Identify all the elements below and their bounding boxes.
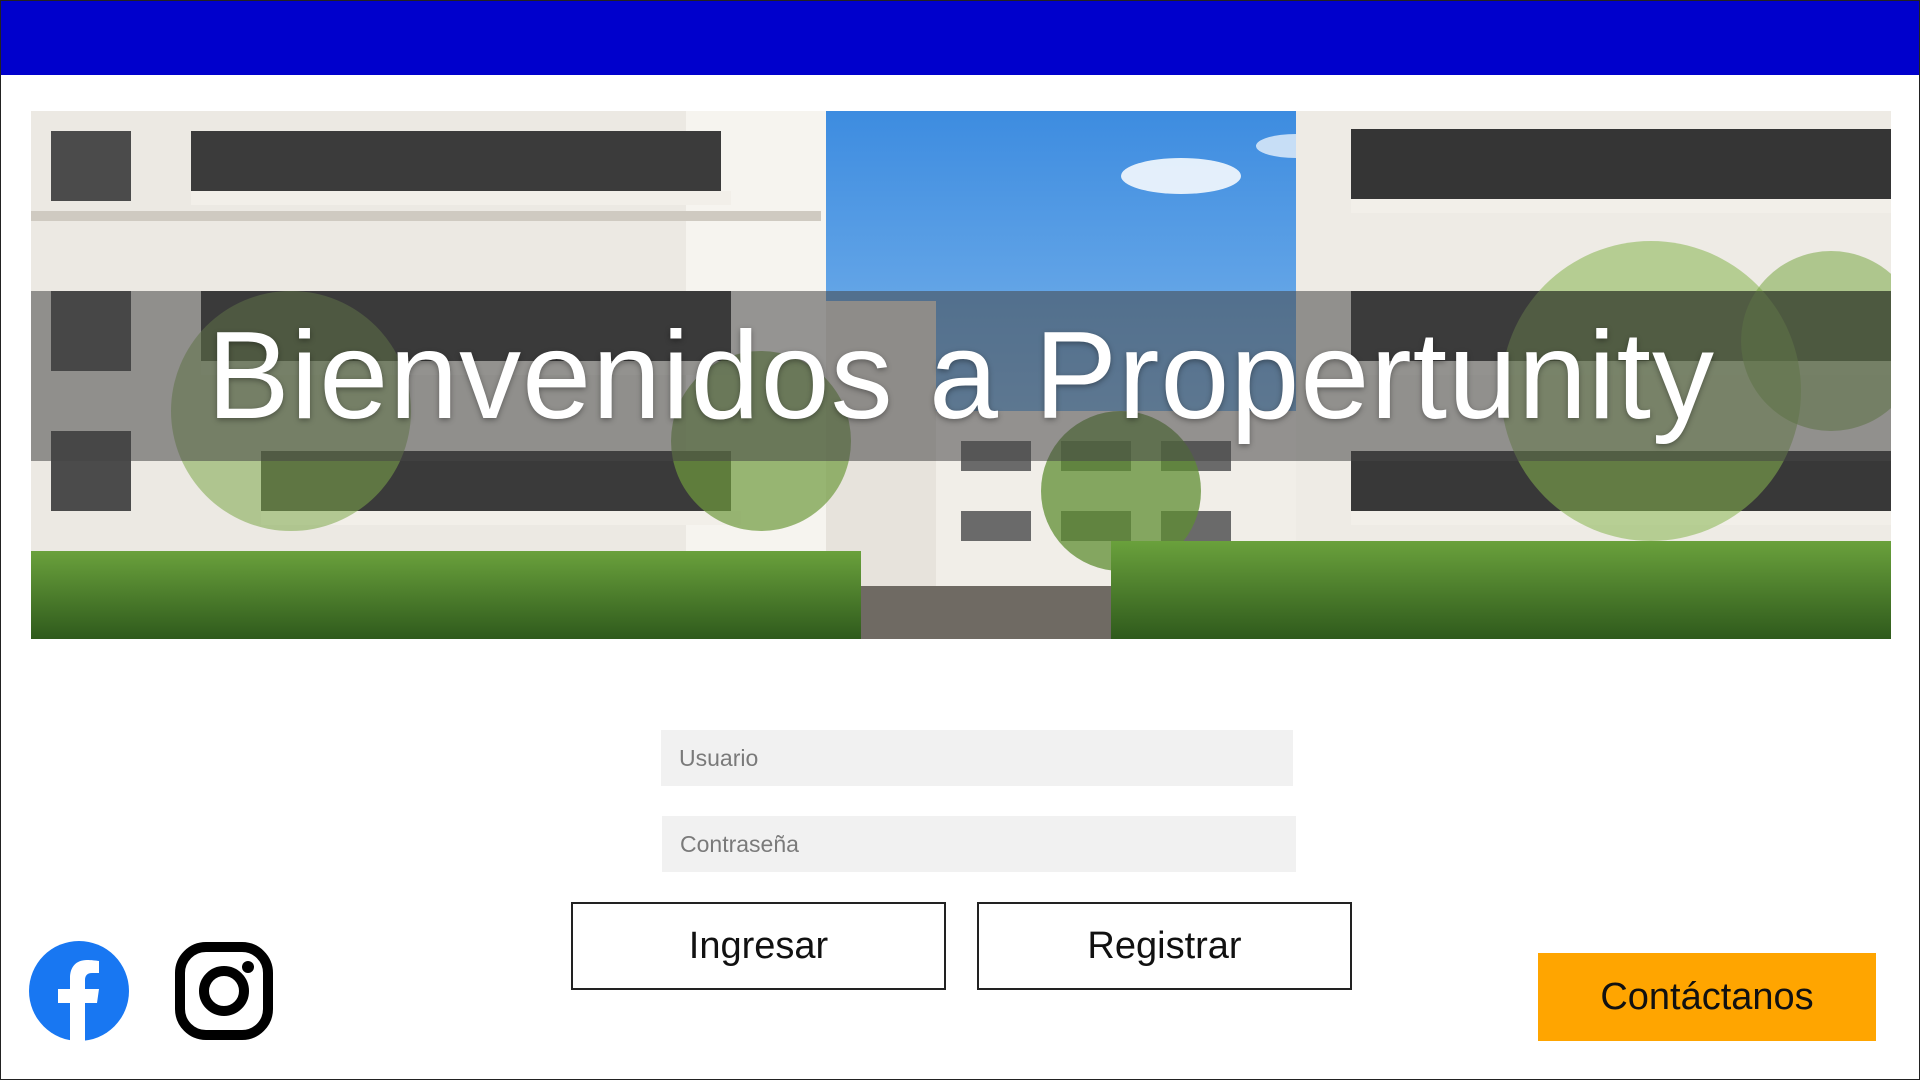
contact-button-label: Contáctanos xyxy=(1600,975,1814,1018)
hero-title: Bienvenidos a Propertunity xyxy=(206,307,1715,445)
login-button[interactable]: Ingresar xyxy=(571,902,946,990)
login-button-label: Ingresar xyxy=(688,924,829,967)
password-input[interactable] xyxy=(662,816,1296,872)
page-frame: Bienvenidos a Propertunity Ingresar Regi… xyxy=(0,0,1920,1080)
contact-button[interactable]: Contáctanos xyxy=(1538,953,1876,1041)
username-input[interactable] xyxy=(661,730,1293,786)
register-button[interactable]: Registrar xyxy=(977,902,1352,990)
instagram-icon[interactable] xyxy=(174,941,274,1041)
facebook-icon[interactable] xyxy=(29,941,129,1041)
top-bar xyxy=(1,1,1919,75)
hero-banner: Bienvenidos a Propertunity xyxy=(31,111,1891,639)
register-button-label: Registrar xyxy=(1087,924,1242,967)
